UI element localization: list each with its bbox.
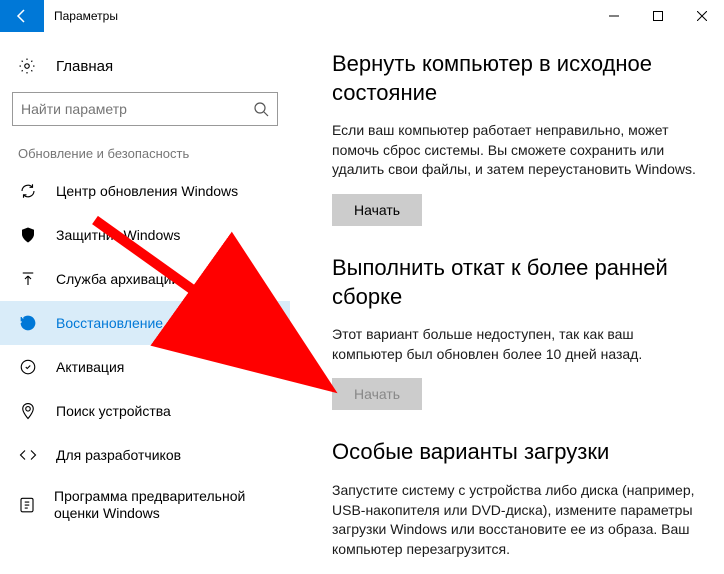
section-reset: Вернуть компьютер в исходное состояние Е… — [332, 50, 700, 226]
sidebar-item-recovery[interactable]: Восстановление — [0, 301, 290, 345]
search-input[interactable] — [21, 101, 253, 117]
sidebar-item-activation[interactable]: Активация — [0, 345, 290, 389]
close-icon — [697, 11, 707, 21]
sidebar-item-label: Программа предварительной оценки Windows — [54, 488, 290, 523]
sidebar-item-label: Активация — [56, 359, 124, 375]
minimize-icon — [609, 11, 619, 21]
code-icon — [18, 446, 38, 464]
window-title: Параметры — [54, 9, 118, 23]
titlebar: Параметры — [0, 0, 724, 32]
sidebar-item-backup[interactable]: Служба архивации — [0, 257, 290, 301]
minimize-button[interactable] — [592, 0, 636, 32]
sidebar-group-header: Обновление и безопасность — [0, 136, 290, 169]
shield-icon — [18, 226, 38, 244]
back-button[interactable] — [0, 0, 44, 32]
sidebar-item-label: Поиск устройства — [56, 403, 171, 419]
section-desc: Запустите систему с устройства либо диск… — [332, 481, 700, 559]
sidebar-home[interactable]: Главная — [0, 46, 290, 86]
maximize-icon — [653, 11, 663, 21]
rollback-start-button: Начать — [332, 378, 422, 410]
arrow-left-icon — [14, 8, 30, 24]
find-device-icon — [18, 402, 38, 420]
sidebar-home-label: Главная — [56, 58, 113, 75]
section-title: Выполнить откат к более ранней сборке — [332, 254, 700, 311]
history-icon — [18, 314, 38, 332]
insider-icon — [18, 496, 36, 514]
section-desc: Если ваш компьютер работает неправильно,… — [332, 121, 700, 180]
backup-icon — [18, 270, 38, 288]
sidebar: Главная Обновление и безопасность Центр … — [0, 32, 290, 574]
sidebar-item-label: Защитник Windows — [56, 227, 180, 243]
key-icon — [18, 358, 38, 376]
sidebar-item-label: Центр обновления Windows — [56, 183, 238, 199]
maximize-button[interactable] — [636, 0, 680, 32]
search-input-container[interactable] — [12, 92, 278, 126]
sidebar-item-defender[interactable]: Защитник Windows — [0, 213, 290, 257]
search-icon — [253, 101, 269, 117]
section-desc: Этот вариант больше недоступен, так как … — [332, 325, 700, 364]
section-title: Особые варианты загрузки — [332, 438, 700, 467]
sidebar-item-find-device[interactable]: Поиск устройства — [0, 389, 290, 433]
section-title: Вернуть компьютер в исходное состояние — [332, 50, 700, 107]
reset-start-button[interactable]: Начать — [332, 194, 422, 226]
sidebar-item-label: Восстановление — [56, 315, 163, 331]
window-controls — [592, 0, 724, 32]
sync-icon — [18, 182, 38, 200]
section-advanced-startup: Особые варианты загрузки Запустите систе… — [332, 438, 700, 559]
sidebar-item-developers[interactable]: Для разработчиков — [0, 433, 290, 477]
sidebar-item-update[interactable]: Центр обновления Windows — [0, 169, 290, 213]
content-area: Вернуть компьютер в исходное состояние Е… — [290, 32, 724, 574]
sidebar-item-label: Для разработчиков — [56, 447, 181, 463]
sidebar-item-insider[interactable]: Программа предварительной оценки Windows — [0, 477, 290, 533]
sidebar-item-label: Служба архивации — [56, 271, 179, 287]
section-rollback: Выполнить откат к более ранней сборке Эт… — [332, 254, 700, 410]
close-button[interactable] — [680, 0, 724, 32]
gear-icon — [18, 57, 38, 75]
